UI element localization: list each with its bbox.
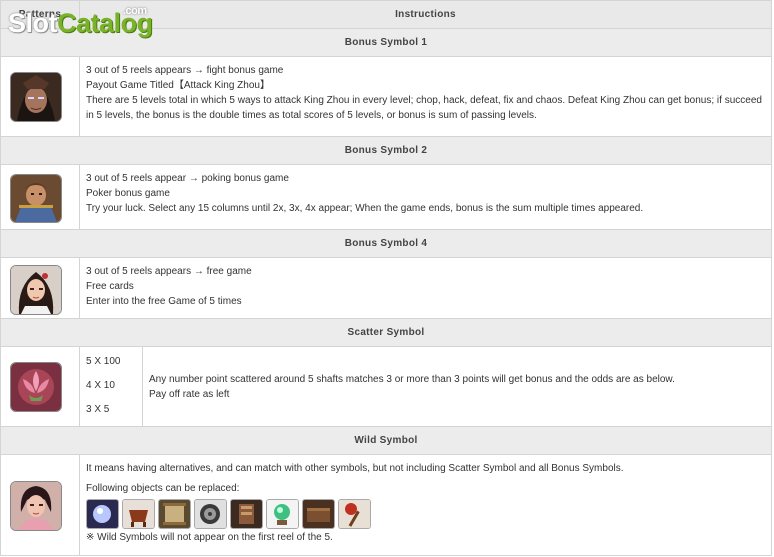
- bonus-4-description: 3 out of 5 reels appears → free game Fre…: [79, 257, 772, 319]
- description-line: Pay off rate as left: [149, 389, 230, 400]
- description-line: Poker bonus game: [86, 188, 170, 199]
- monkey-warrior-icon: [10, 174, 62, 223]
- description-line: Any number point scattered around 5 shaf…: [149, 374, 675, 385]
- armor-icon: [230, 499, 263, 529]
- section-title: Scatter Symbol: [347, 327, 425, 338]
- description-line: Try your luck. Select any 15 columns unt…: [86, 203, 644, 214]
- wild-pattern-cell: [0, 454, 80, 556]
- crystal-ball-icon: [266, 499, 299, 529]
- section-title-wild: Wild Symbol: [0, 426, 772, 455]
- section-title: Wild Symbol: [354, 435, 418, 446]
- wild-note: ※ Wild Symbols will not appear on the fi…: [86, 532, 333, 543]
- description-line: 3 out of 5 reels appears → fight bonus g…: [86, 65, 284, 76]
- book-icon: [302, 499, 335, 529]
- bonus-2-pattern-cell: [0, 164, 80, 230]
- scatter-description: Any number point scattered around 5 shaf…: [142, 346, 772, 427]
- description-line: Following objects can be replaced:: [86, 483, 240, 494]
- paytable: Patterns Instructions Bonus Symbol 1 3 o…: [0, 0, 772, 556]
- description-line: Enter into the free Game of 5 times: [86, 296, 242, 307]
- instructions-header: Instructions: [79, 0, 772, 29]
- bonus-1-pattern-cell: [0, 56, 80, 137]
- description-line: It means having alternatives, and can ma…: [86, 463, 624, 474]
- description-line: 3 out of 5 reels appear → poking bonus g…: [86, 173, 289, 184]
- payout-value: 4 X 10: [86, 380, 115, 391]
- description-line: Free cards: [86, 281, 134, 292]
- section-title: Bonus Symbol 1: [344, 37, 428, 48]
- orb-icon: [86, 499, 119, 529]
- replaceable-symbols: [86, 499, 371, 529]
- section-title: Bonus Symbol 4: [344, 238, 428, 249]
- payout-value: 5 X 100: [86, 356, 121, 367]
- bonus-4-pattern-cell: [0, 257, 80, 319]
- description-line: 3 out of 5 reels appears → free game: [86, 266, 252, 277]
- mirror-icon: [194, 499, 227, 529]
- mace-icon: [338, 499, 371, 529]
- lotus-flower-icon: [10, 362, 62, 412]
- logo-text-slot: Slot: [8, 8, 58, 38]
- instructions-label: Instructions: [395, 9, 456, 20]
- section-title-scatter: Scatter Symbol: [0, 318, 772, 347]
- tripod-cauldron-icon: [122, 499, 155, 529]
- warrior-portrait-icon: [10, 72, 62, 122]
- payout-value: 3 X 5: [86, 404, 110, 415]
- section-title: Bonus Symbol 2: [344, 145, 428, 156]
- bonus-1-description: 3 out of 5 reels appears → fight bonus g…: [79, 56, 772, 137]
- lady-portrait-icon: [10, 481, 62, 531]
- slotcatalog-logo[interactable]: SlotCatalog .com: [8, 5, 153, 39]
- bonus-2-description: 3 out of 5 reels appear → poking bonus g…: [79, 164, 772, 230]
- section-title-bonus-4: Bonus Symbol 4: [0, 229, 772, 258]
- logo-suffix: .com: [123, 5, 147, 17]
- maiden-portrait-icon: [10, 265, 62, 315]
- description-line: There are 5 levels total in which 5 ways…: [86, 95, 762, 121]
- scatter-payouts: 5 X 100 4 X 10 3 X 5: [79, 346, 143, 427]
- scroll-icon: [158, 499, 191, 529]
- section-title-bonus-2: Bonus Symbol 2: [0, 136, 772, 165]
- description-line: Payout Game Titled【Attack King Zhou】: [86, 80, 270, 91]
- wild-description: It means having alternatives, and can ma…: [79, 454, 772, 556]
- scatter-pattern-cell: [0, 346, 80, 427]
